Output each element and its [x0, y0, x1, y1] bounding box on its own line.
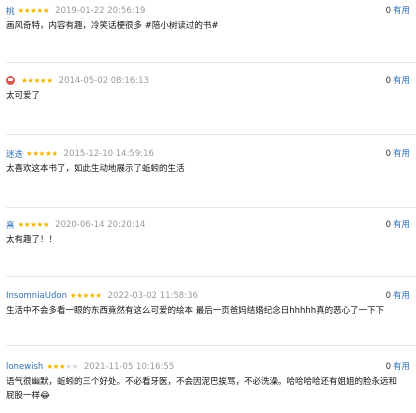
review-username[interactable]: 熹: [6, 219, 15, 231]
star-filled-icon: ★: [95, 291, 102, 300]
useful-count: 0: [385, 362, 391, 372]
useful-vote[interactable]: 0 有用: [386, 218, 410, 230]
useful-vote[interactable]: 0 有用: [386, 4, 410, 16]
review-item: 迷迭 ★★★★★ 2015-12-10 14:59:16 0 有用 太喜欢这本书了…: [0, 145, 416, 176]
useful-count: 0: [385, 76, 391, 86]
review-time: 2014-05-02 08:16:13: [58, 75, 149, 86]
review-username[interactable]: 迷迭: [6, 148, 23, 160]
rating-stars: ★★★★★: [70, 291, 102, 300]
review-content: 太可爱了: [6, 91, 41, 101]
useful-vote[interactable]: 0 有用: [386, 360, 410, 372]
useful-count: 0: [385, 149, 391, 159]
rating-stars: ★★★★★: [18, 6, 50, 15]
red-avatar-icon[interactable]: [6, 76, 15, 85]
useful-vote[interactable]: 0 有用: [386, 74, 410, 86]
rating-stars: ★★★★★: [46, 362, 78, 371]
review-time: 2015-12-10 14:59:16: [63, 148, 154, 159]
divider: [6, 207, 416, 208]
review-content: 太有趣了！！: [6, 235, 58, 245]
divider: [6, 62, 416, 63]
rating-stars: ★★★★★: [21, 76, 53, 85]
useful-vote[interactable]: 0 有用: [386, 147, 410, 159]
useful-button[interactable]: 有用: [393, 76, 410, 86]
star-filled-icon: ★: [42, 6, 50, 15]
review-time: 2020-06-14 20:20:14: [55, 219, 146, 230]
useful-vote[interactable]: 0 有用: [386, 289, 410, 301]
review-content: 生活中不会多看一眼的东西竟然有这么可爱的绘本 最后一页爸妈结婚纪念日hhhhh真…: [6, 306, 385, 316]
review-item: InsomniaUdon ★★★★★ 2022-03-02 11:58:36 0…: [0, 287, 416, 318]
star-empty-icon: ★: [71, 362, 79, 371]
review-meta: InsomniaUdon ★★★★★ 2022-03-02 11:58:36: [6, 287, 410, 304]
rating-stars: ★★★★★: [26, 149, 58, 158]
review-meta: 迷迭 ★★★★★ 2015-12-10 14:59:16: [6, 145, 410, 162]
review-item: ★★★★★ 2014-05-02 08:16:13 0 有用 太可爱了: [0, 72, 416, 103]
review-time: 2022-03-02 11:58:36: [107, 290, 198, 301]
divider: [6, 345, 416, 346]
review-content: 语气很幽默，蚯蚓的三个好处。不必看牙医，不会因泥巴挨骂，不必洗澡。哈哈哈哈还有姐…: [6, 377, 398, 401]
useful-button[interactable]: 有用: [393, 6, 410, 16]
star-filled-icon: ★: [51, 149, 58, 158]
review-username[interactable]: lonewish: [6, 362, 43, 372]
divider: [6, 134, 416, 135]
useful-count: 0: [385, 291, 391, 301]
review-meta: 桃 ★★★★★ 2019-01-22 20:56:19: [6, 2, 410, 19]
review-meta: 熹 ★★★★★ 2020-06-14 20:20:14: [6, 216, 410, 233]
divider: [6, 276, 416, 277]
review-item: 桃 ★★★★★ 2019-01-22 20:56:19 0 有用 画风奇特，内容有…: [0, 2, 416, 33]
review-meta: lonewish ★★★★★ 2021-11-05 10:16:55: [6, 358, 410, 375]
review-username[interactable]: 桃: [6, 5, 15, 17]
review-item: 熹 ★★★★★ 2020-06-14 20:20:14 0 有用 太有趣了！！: [0, 216, 416, 247]
review-item: lonewish ★★★★★ 2021-11-05 10:16:55 0 有用 语…: [0, 358, 416, 403]
review-list: 桃 ★★★★★ 2019-01-22 20:56:19 0 有用 画风奇特，内容有…: [0, 0, 416, 413]
review-username[interactable]: InsomniaUdon: [6, 291, 67, 301]
useful-count: 0: [385, 6, 391, 16]
review-content: 画风奇特，内容有趣，冷笑话梗很多 #陪小树读过的书#: [6, 21, 219, 31]
review-content: 太喜欢这本书了，如此生动地展示了蚯蚓的生活: [6, 164, 185, 174]
useful-button[interactable]: 有用: [393, 220, 410, 230]
useful-count: 0: [385, 220, 391, 230]
star-filled-icon: ★: [46, 76, 53, 85]
review-time: 2021-11-05 10:16:55: [83, 361, 175, 372]
review-meta: ★★★★★ 2014-05-02 08:16:13: [6, 72, 410, 89]
star-filled-icon: ★: [42, 220, 50, 229]
useful-button[interactable]: 有用: [393, 149, 410, 159]
useful-button[interactable]: 有用: [393, 291, 410, 301]
useful-button[interactable]: 有用: [393, 362, 410, 372]
rating-stars: ★★★★★: [18, 220, 50, 229]
review-time: 2019-01-22 20:56:19: [55, 5, 146, 16]
